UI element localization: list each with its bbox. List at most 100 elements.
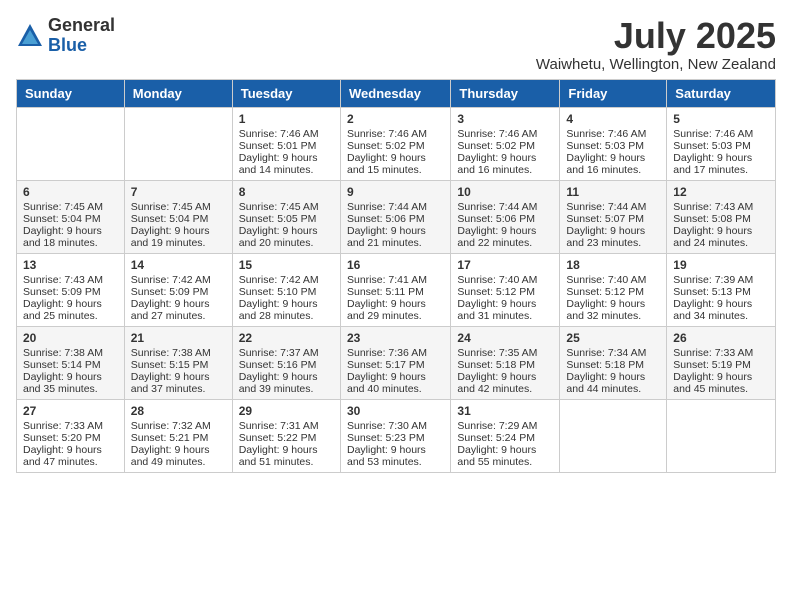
day-number: 31 [457,404,553,418]
daylight-text: Daylight: 9 hours and 24 minutes. [673,225,769,249]
daylight-text: Daylight: 9 hours and 39 minutes. [239,371,334,395]
sunset-text: Sunset: 5:17 PM [347,359,444,371]
sunrise-text: Sunrise: 7:38 AM [23,347,118,359]
daylight-text: Daylight: 9 hours and 20 minutes. [239,225,334,249]
logo-general: General [48,16,115,36]
daylight-text: Daylight: 9 hours and 17 minutes. [673,152,769,176]
sunrise-text: Sunrise: 7:38 AM [131,347,226,359]
day-number: 8 [239,185,334,199]
sunrise-text: Sunrise: 7:46 AM [673,128,769,140]
day-number: 11 [566,185,660,199]
sunset-text: Sunset: 5:08 PM [673,213,769,225]
daylight-text: Daylight: 9 hours and 51 minutes. [239,444,334,468]
sunrise-text: Sunrise: 7:36 AM [347,347,444,359]
daylight-text: Daylight: 9 hours and 42 minutes. [457,371,553,395]
day-number: 15 [239,258,334,272]
logo-blue: Blue [48,36,115,56]
sunset-text: Sunset: 5:03 PM [566,140,660,152]
sunrise-text: Sunrise: 7:32 AM [131,420,226,432]
sunrise-text: Sunrise: 7:30 AM [347,420,444,432]
daylight-text: Daylight: 9 hours and 49 minutes. [131,444,226,468]
calendar-cell: 26Sunrise: 7:33 AMSunset: 5:19 PMDayligh… [667,326,776,399]
day-number: 27 [23,404,118,418]
calendar-cell [124,107,232,180]
sunrise-text: Sunrise: 7:37 AM [239,347,334,359]
logo-text: General Blue [48,16,115,56]
sunrise-text: Sunrise: 7:46 AM [347,128,444,140]
calendar-week-3: 13Sunrise: 7:43 AMSunset: 5:09 PMDayligh… [17,253,776,326]
daylight-text: Daylight: 9 hours and 18 minutes. [23,225,118,249]
day-number: 25 [566,331,660,345]
day-number: 28 [131,404,226,418]
sunrise-text: Sunrise: 7:33 AM [23,420,118,432]
sunrise-text: Sunrise: 7:40 AM [566,274,660,286]
sunset-text: Sunset: 5:12 PM [457,286,553,298]
day-number: 17 [457,258,553,272]
weekday-header-monday: Monday [124,79,232,107]
sunset-text: Sunset: 5:13 PM [673,286,769,298]
sunrise-text: Sunrise: 7:44 AM [347,201,444,213]
sunrise-text: Sunrise: 7:44 AM [566,201,660,213]
day-number: 9 [347,185,444,199]
sunset-text: Sunset: 5:02 PM [347,140,444,152]
day-number: 16 [347,258,444,272]
sunset-text: Sunset: 5:18 PM [566,359,660,371]
calendar-week-1: 1Sunrise: 7:46 AMSunset: 5:01 PMDaylight… [17,107,776,180]
calendar-cell: 21Sunrise: 7:38 AMSunset: 5:15 PMDayligh… [124,326,232,399]
calendar-cell: 8Sunrise: 7:45 AMSunset: 5:05 PMDaylight… [232,180,340,253]
page-header: General Blue July 2025 Waiwhetu, Welling… [16,16,776,73]
calendar-cell: 31Sunrise: 7:29 AMSunset: 5:24 PMDayligh… [451,399,560,472]
sunset-text: Sunset: 5:21 PM [131,432,226,444]
sunrise-text: Sunrise: 7:46 AM [239,128,334,140]
sunrise-text: Sunrise: 7:35 AM [457,347,553,359]
daylight-text: Daylight: 9 hours and 47 minutes. [23,444,118,468]
calendar-cell: 18Sunrise: 7:40 AMSunset: 5:12 PMDayligh… [560,253,667,326]
calendar-cell: 27Sunrise: 7:33 AMSunset: 5:20 PMDayligh… [17,399,125,472]
sunset-text: Sunset: 5:02 PM [457,140,553,152]
sunset-text: Sunset: 5:16 PM [239,359,334,371]
daylight-text: Daylight: 9 hours and 32 minutes. [566,298,660,322]
sunrise-text: Sunrise: 7:33 AM [673,347,769,359]
daylight-text: Daylight: 9 hours and 37 minutes. [131,371,226,395]
sunset-text: Sunset: 5:14 PM [23,359,118,371]
calendar-cell: 16Sunrise: 7:41 AMSunset: 5:11 PMDayligh… [340,253,450,326]
day-number: 20 [23,331,118,345]
sunset-text: Sunset: 5:01 PM [239,140,334,152]
sunset-text: Sunset: 5:09 PM [131,286,226,298]
calendar-cell: 10Sunrise: 7:44 AMSunset: 5:06 PMDayligh… [451,180,560,253]
sunset-text: Sunset: 5:05 PM [239,213,334,225]
day-number: 7 [131,185,226,199]
daylight-text: Daylight: 9 hours and 44 minutes. [566,371,660,395]
daylight-text: Daylight: 9 hours and 15 minutes. [347,152,444,176]
sunrise-text: Sunrise: 7:45 AM [23,201,118,213]
sunset-text: Sunset: 5:07 PM [566,213,660,225]
sunrise-text: Sunrise: 7:29 AM [457,420,553,432]
sunset-text: Sunset: 5:19 PM [673,359,769,371]
sunset-text: Sunset: 5:06 PM [457,213,553,225]
calendar-cell: 7Sunrise: 7:45 AMSunset: 5:04 PMDaylight… [124,180,232,253]
calendar-cell: 20Sunrise: 7:38 AMSunset: 5:14 PMDayligh… [17,326,125,399]
sunset-text: Sunset: 5:04 PM [23,213,118,225]
sunset-text: Sunset: 5:12 PM [566,286,660,298]
weekday-header-thursday: Thursday [451,79,560,107]
daylight-text: Daylight: 9 hours and 22 minutes. [457,225,553,249]
weekday-header-saturday: Saturday [667,79,776,107]
daylight-text: Daylight: 9 hours and 25 minutes. [23,298,118,322]
sunrise-text: Sunrise: 7:40 AM [457,274,553,286]
daylight-text: Daylight: 9 hours and 55 minutes. [457,444,553,468]
calendar-week-2: 6Sunrise: 7:45 AMSunset: 5:04 PMDaylight… [17,180,776,253]
sunrise-text: Sunrise: 7:42 AM [239,274,334,286]
daylight-text: Daylight: 9 hours and 34 minutes. [673,298,769,322]
sunrise-text: Sunrise: 7:46 AM [457,128,553,140]
calendar-cell: 9Sunrise: 7:44 AMSunset: 5:06 PMDaylight… [340,180,450,253]
calendar-cell: 30Sunrise: 7:30 AMSunset: 5:23 PMDayligh… [340,399,450,472]
daylight-text: Daylight: 9 hours and 28 minutes. [239,298,334,322]
day-number: 14 [131,258,226,272]
daylight-text: Daylight: 9 hours and 29 minutes. [347,298,444,322]
sunset-text: Sunset: 5:11 PM [347,286,444,298]
sunset-text: Sunset: 5:22 PM [239,432,334,444]
day-number: 23 [347,331,444,345]
day-number: 24 [457,331,553,345]
calendar-cell [560,399,667,472]
sunrise-text: Sunrise: 7:31 AM [239,420,334,432]
